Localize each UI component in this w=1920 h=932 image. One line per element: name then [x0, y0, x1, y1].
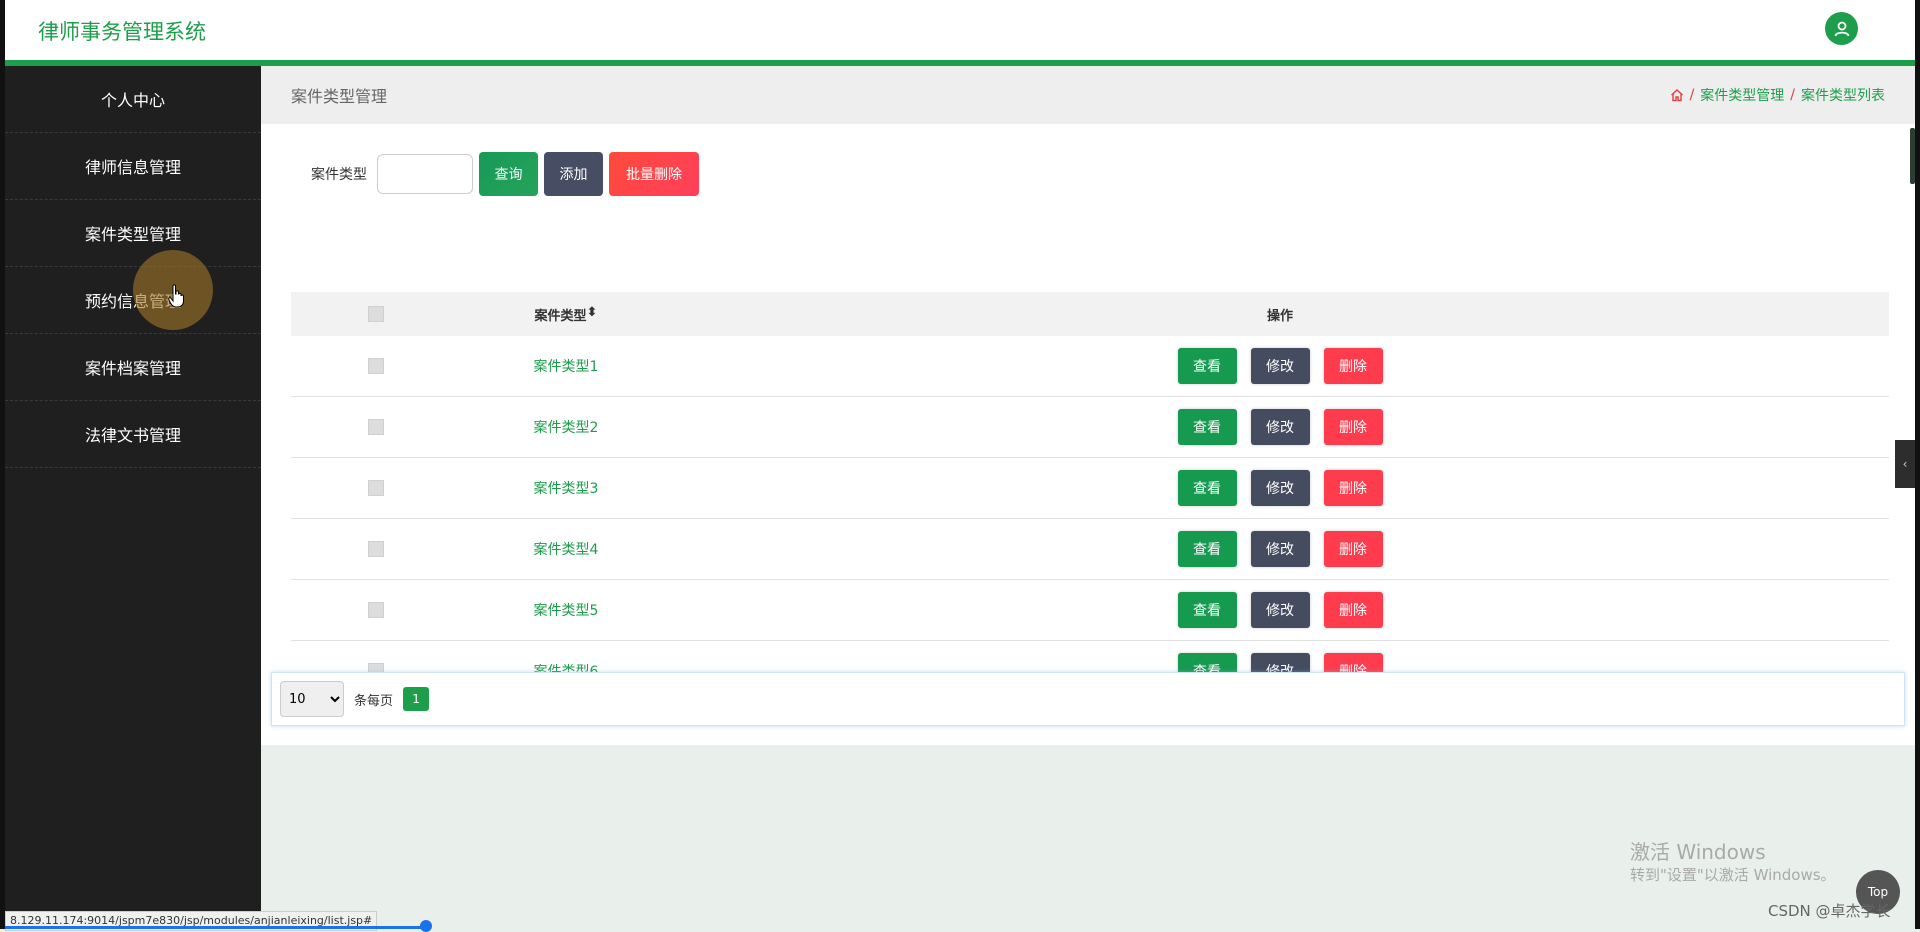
- edit-button[interactable]: 修改: [1250, 409, 1310, 445]
- sidebar-item-label: 律师信息管理: [84, 158, 181, 177]
- home-icon[interactable]: [1670, 88, 1684, 102]
- case-type-cell: 案件类型4: [533, 542, 599, 558]
- table-header: 案件类型 ⬍ 操作: [291, 292, 1889, 336]
- case-type-search-input[interactable]: [377, 154, 473, 194]
- search-bar: 案件类型 查询 添加 批量删除: [311, 152, 699, 196]
- breadcrumb-separator: /: [1689, 87, 1695, 103]
- view-button[interactable]: 查看: [1177, 592, 1237, 628]
- view-button[interactable]: 查看: [1177, 531, 1237, 567]
- per-page-label: 条每页: [354, 693, 394, 709]
- table-row: 案件类型2 查看 修改 删除: [291, 397, 1889, 458]
- sort-icon[interactable]: ⬍: [587, 305, 598, 324]
- sidebar-item-appointments[interactable]: 预约信息管理: [5, 267, 261, 334]
- delete-button[interactable]: 删除: [1323, 592, 1383, 628]
- edit-button[interactable]: 修改: [1250, 531, 1310, 567]
- batch-delete-button[interactable]: 批量删除: [609, 152, 699, 196]
- sidebar-item-label: 个人中心: [100, 91, 165, 110]
- app-title: 律师事务管理系统: [38, 20, 206, 44]
- sidebar-item-label: 案件类型管理: [84, 225, 181, 244]
- delete-button[interactable]: 删除: [1323, 409, 1383, 445]
- page-title: 案件类型管理: [291, 87, 388, 106]
- delete-button[interactable]: 删除: [1323, 531, 1383, 567]
- case-type-cell: 案件类型2: [533, 420, 599, 436]
- add-button[interactable]: 添加: [544, 152, 603, 196]
- sidebar-item-profile[interactable]: 个人中心: [5, 66, 261, 133]
- row-checkbox[interactable]: [368, 419, 384, 435]
- breadcrumb-separator: /: [1790, 87, 1795, 103]
- sidebar-item-case-types[interactable]: 案件类型管理: [5, 200, 261, 267]
- user-icon: [1834, 21, 1849, 36]
- breadcrumb-item-list: 案件类型列表: [1801, 88, 1885, 104]
- query-button[interactable]: 查询: [479, 152, 538, 196]
- page-size-select[interactable]: 10: [280, 681, 344, 717]
- row-checkbox[interactable]: [368, 602, 384, 618]
- case-type-cell: 案件类型5: [533, 603, 599, 619]
- breadcrumb: / 案件类型管理 / 案件类型列表: [1670, 85, 1885, 105]
- hand-cursor-icon: [168, 284, 184, 308]
- right-window-frame: [1915, 0, 1920, 929]
- page-number-button[interactable]: 1: [403, 687, 430, 711]
- case-type-cell: 案件类型3: [533, 481, 599, 497]
- row-checkbox[interactable]: [368, 358, 384, 374]
- sidebar-item-label: 案件档案管理: [84, 359, 181, 378]
- row-checkbox[interactable]: [368, 480, 384, 496]
- breadcrumb-item-case-types[interactable]: 案件类型管理: [1700, 85, 1784, 105]
- edit-button[interactable]: 修改: [1250, 592, 1310, 628]
- user-avatar[interactable]: [1825, 12, 1858, 45]
- page-header: 案件类型管理 / 案件类型管理 / 案件类型列表: [261, 66, 1915, 124]
- select-all-checkbox[interactable]: [368, 306, 384, 322]
- csdn-watermark: CSDN @卓杰学长: [1768, 902, 1891, 920]
- windows-activation-title: 激活 Windows: [1630, 840, 1766, 864]
- column-header-case-type[interactable]: 案件类型 ⬍: [461, 305, 671, 324]
- view-button[interactable]: 查看: [1177, 409, 1237, 445]
- case-type-cell: 案件类型1: [533, 359, 599, 375]
- windows-activation-subtitle: 转到"设置"以激活 Windows。: [1630, 866, 1836, 884]
- search-label: 案件类型: [311, 167, 367, 183]
- main-content: 案件类型管理 / 案件类型管理 / 案件类型列表 案件类型 查询 添加 批量删除…: [261, 66, 1915, 746]
- loading-progress-dot: [420, 920, 432, 932]
- table-row: 案件类型1 查看 修改 删除: [291, 336, 1889, 397]
- table-row: 案件类型4 查看 修改 删除: [291, 519, 1889, 580]
- table-row: 案件类型3 查看 修改 删除: [291, 458, 1889, 519]
- delete-button[interactable]: 删除: [1323, 470, 1383, 506]
- sidebar: 个人中心 律师信息管理 案件类型管理 预约信息管理 案件档案管理 法律文书管理: [5, 66, 261, 929]
- case-type-table: 案件类型⬍ 操作 案件类型1 查看 修改 删除 案件类型2 查看 修改 删除: [291, 292, 1889, 702]
- edit-button[interactable]: 修改: [1250, 470, 1310, 506]
- edit-button[interactable]: 修改: [1250, 348, 1310, 384]
- delete-button[interactable]: 删除: [1323, 348, 1383, 384]
- scrollbar-thumb[interactable]: [1910, 128, 1915, 184]
- table-row: 案件类型5 查看 修改 删除: [291, 580, 1889, 641]
- sidebar-item-lawyers[interactable]: 律师信息管理: [5, 133, 261, 200]
- column-header-operations: 操作: [1266, 308, 1293, 324]
- view-button[interactable]: 查看: [1177, 470, 1237, 506]
- pagination: 10 条每页 1: [271, 672, 1905, 726]
- sidebar-item-case-archives[interactable]: 案件档案管理: [5, 334, 261, 401]
- sidebar-item-label: 法律文书管理: [84, 426, 181, 445]
- collapse-panel-handle[interactable]: ‹: [1895, 440, 1915, 488]
- top-header: 律师事务管理系统: [0, 0, 1920, 929]
- row-checkbox[interactable]: [368, 541, 384, 557]
- sidebar-item-legal-documents[interactable]: 法律文书管理: [5, 401, 261, 468]
- content-panel: 案件类型 查询 添加 批量删除 案件类型⬍ 操作 案件类型1 查看 修改 删除: [261, 124, 1915, 745]
- view-button[interactable]: 查看: [1177, 348, 1237, 384]
